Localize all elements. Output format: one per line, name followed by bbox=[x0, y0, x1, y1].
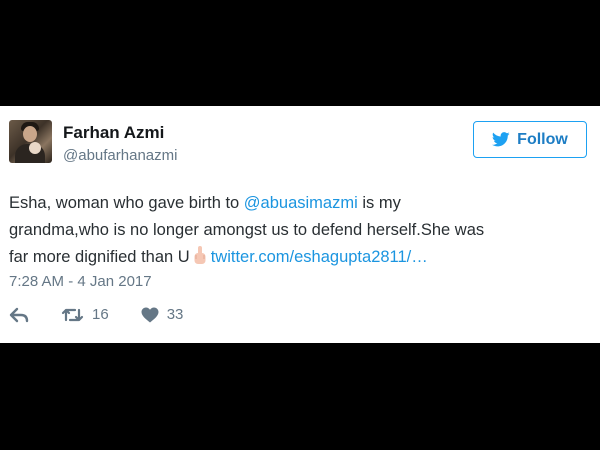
heart-icon bbox=[141, 307, 159, 323]
tweet-text-start: Esha, woman who gave birth to bbox=[9, 194, 244, 212]
tweet-text-end: far more dignified than U bbox=[9, 248, 190, 266]
twitter-bird-icon bbox=[492, 132, 510, 147]
retweet-icon bbox=[61, 307, 84, 323]
timestamp[interactable]: 7:28 AM - 4 Jan 2017 bbox=[9, 273, 152, 290]
tweet-actions: 16 33 bbox=[9, 306, 183, 323]
follow-label: Follow bbox=[517, 130, 568, 148]
tweet-text-line-3: far more dignified than U twitter.com/esh… bbox=[9, 244, 589, 274]
author-handle[interactable]: @abufarhanazmi bbox=[63, 147, 177, 164]
retweet-button[interactable]: 16 bbox=[53, 306, 109, 323]
avatar[interactable] bbox=[9, 120, 52, 163]
quoted-tweet-link[interactable]: twitter.com/eshagupta2811/… bbox=[211, 248, 428, 266]
like-count: 33 bbox=[166, 306, 184, 323]
reply-arrow-icon bbox=[9, 307, 29, 323]
tweet-card: Farhan Azmi @abufarhanazmi Follow Esha, … bbox=[0, 106, 600, 343]
tweet-text-after-mention: is my bbox=[357, 194, 401, 212]
tweet-text-line-1: Esha, woman who gave birth to @abuasimaz… bbox=[9, 190, 589, 217]
middle-finger-emoji bbox=[193, 246, 207, 274]
reply-button[interactable] bbox=[9, 307, 29, 323]
like-button[interactable]: 33 bbox=[133, 306, 184, 323]
tweet-text-line-2: grandma,who is no longer amongst us to d… bbox=[9, 221, 485, 239]
follow-button[interactable]: Follow bbox=[473, 121, 587, 158]
mention-link[interactable]: @abuasimazmi bbox=[244, 194, 358, 212]
tweet-text: Esha, woman who gave birth to @abuasimaz… bbox=[9, 190, 589, 274]
retweet-count: 16 bbox=[92, 306, 109, 323]
author-name[interactable]: Farhan Azmi bbox=[63, 123, 164, 143]
